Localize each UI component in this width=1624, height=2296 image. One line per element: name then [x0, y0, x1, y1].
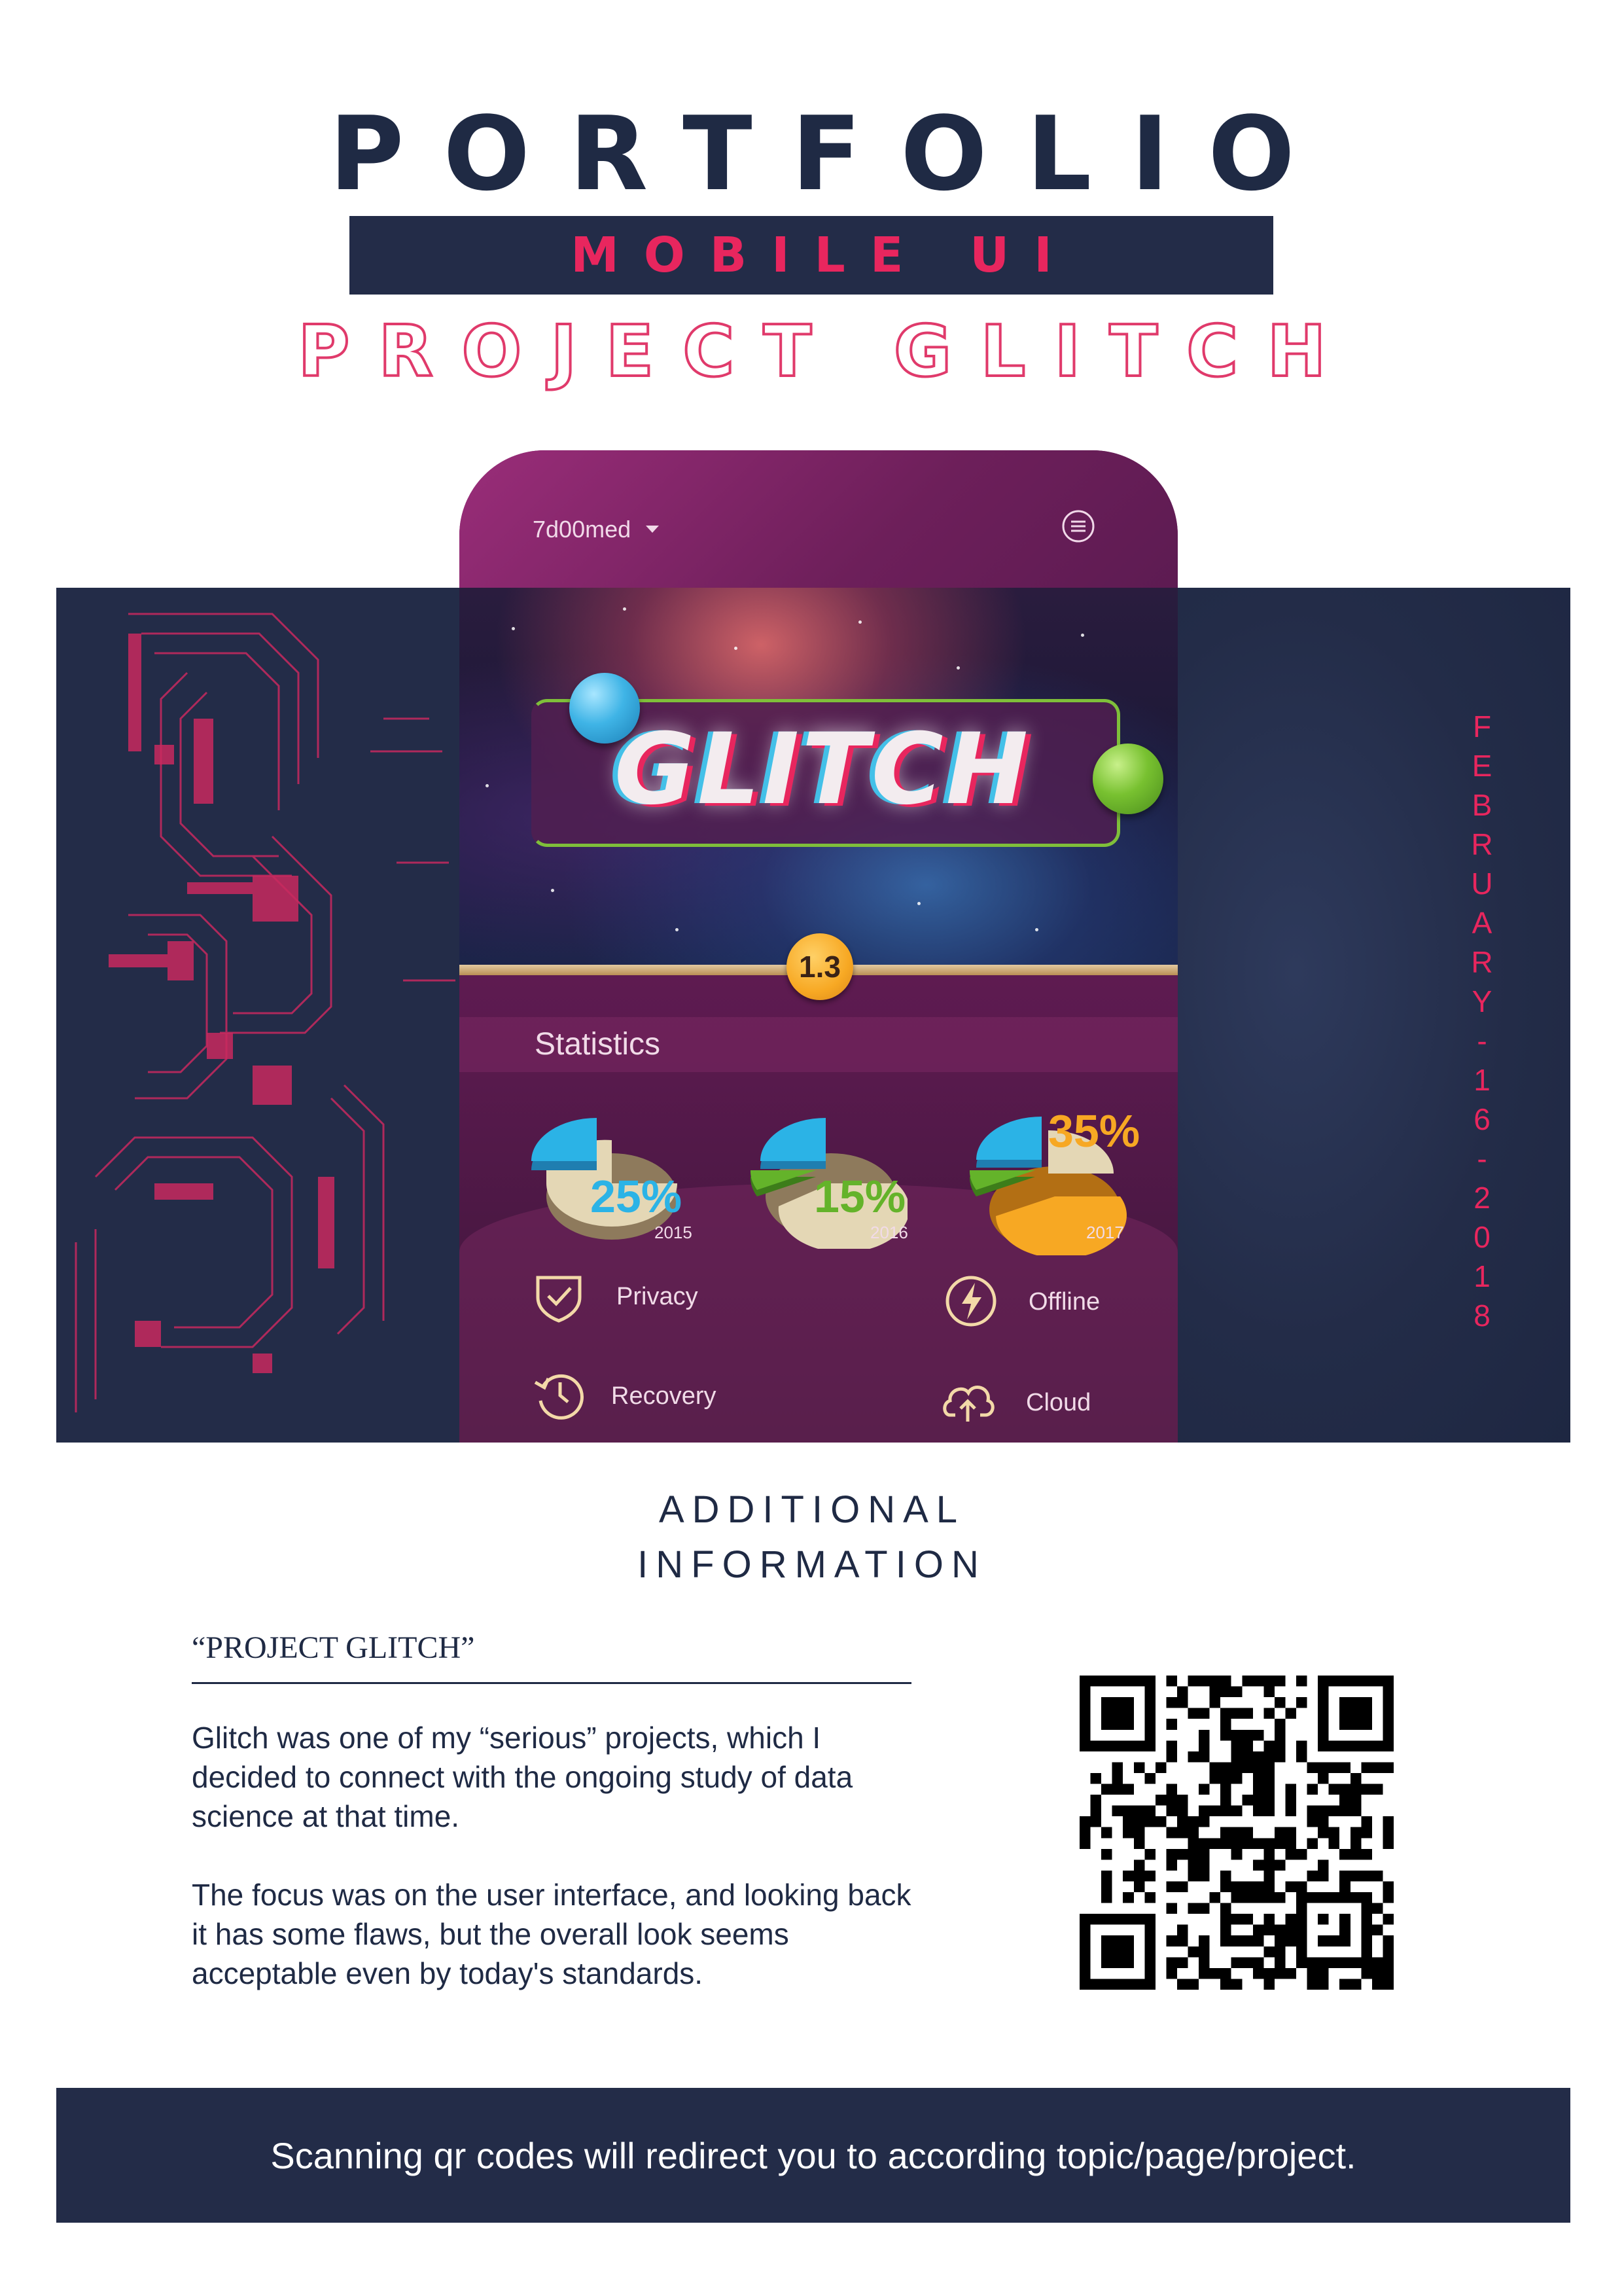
- phone-mockup: 7d00med GLITCH 1.3 Statistics 25% 2015 1…: [459, 450, 1178, 1443]
- green-orb-icon: [1093, 744, 1163, 814]
- cloud-upload-icon: [943, 1386, 995, 1422]
- date-char: U: [1471, 867, 1493, 901]
- date-char: B: [1472, 788, 1492, 822]
- date-char: R: [1471, 827, 1493, 861]
- date-char: 1: [1474, 1259, 1491, 1293]
- date-char: F: [1472, 709, 1492, 744]
- additional-heading-line2: INFORMATION: [637, 1543, 987, 1586]
- date-char: 8: [1474, 1299, 1491, 1333]
- subtitle-text: MOBILE UI: [571, 227, 1077, 283]
- date-char: 0: [1474, 1220, 1491, 1254]
- stat-year-2017: 2017: [1086, 1223, 1124, 1242]
- description-paragraph-2: The focus was on the user interface, and…: [192, 1878, 911, 1990]
- feature-cloud[interactable]: Cloud: [1026, 1389, 1091, 1417]
- date-char: 6: [1474, 1102, 1491, 1136]
- vertical-date: F E B R U A R Y - 1 6 - 2 0 1 8: [1459, 707, 1505, 1335]
- date-char: E: [1472, 749, 1492, 783]
- circuit-panel: [56, 588, 462, 1443]
- portfolio-title: PORTFOLIO: [329, 94, 1334, 213]
- stat-year-2016: 2016: [870, 1223, 908, 1242]
- lightning-icon: [945, 1276, 997, 1327]
- date-char: -: [1477, 1141, 1487, 1175]
- stat-percent-2015: 25%: [590, 1171, 682, 1222]
- description-paragraph-1: Glitch was one of my “serious” projects,…: [192, 1721, 853, 1833]
- circuit-board-art: [75, 613, 455, 1412]
- stat-percent-2017: 35%: [1048, 1105, 1140, 1157]
- date-panel: [1178, 588, 1570, 1443]
- additional-heading-line1: ADDITIONAL: [658, 1488, 966, 1531]
- statistics-title: Statistics: [535, 1027, 661, 1062]
- qr-code[interactable]: [1080, 1676, 1394, 1990]
- glitch-logo-text: GLITCH: [614, 713, 1031, 827]
- footer-banner: Scanning qr codes will redirect you to a…: [56, 2088, 1570, 2223]
- caret-down-icon[interactable]: [646, 526, 659, 533]
- history-clock-icon: [534, 1374, 584, 1420]
- project-name: PROJECT GLITCH: [296, 311, 1355, 393]
- date-char: R: [1471, 945, 1493, 979]
- heading-divider: [192, 1682, 911, 1684]
- date-char: -: [1477, 1024, 1487, 1058]
- subtitle-banner: MOBILE UI: [349, 216, 1273, 295]
- stat-percent-2016: 15%: [814, 1171, 906, 1222]
- date-char: 2: [1474, 1181, 1491, 1215]
- date-char: Y: [1472, 984, 1492, 1018]
- date-char: 1: [1474, 1063, 1491, 1097]
- additional-info-heading: ADDITIONAL INFORMATION: [0, 1482, 1624, 1592]
- feature-privacy[interactable]: Privacy: [616, 1283, 698, 1311]
- shield-check-icon: [536, 1276, 582, 1323]
- feature-recovery[interactable]: Recovery: [611, 1382, 716, 1410]
- menu-icon[interactable]: [1061, 509, 1095, 543]
- version-badge: 1.3: [786, 933, 853, 1000]
- feature-offline[interactable]: Offline: [1029, 1288, 1100, 1316]
- date-char: A: [1472, 906, 1492, 940]
- footer-text: Scanning qr codes will redirect you to a…: [270, 2134, 1356, 2176]
- account-selector[interactable]: 7d00med: [533, 516, 631, 543]
- project-heading: “PROJECT GLITCH”: [192, 1630, 475, 1665]
- blue-orb-icon: [569, 673, 640, 744]
- stat-year-2015: 2015: [654, 1223, 692, 1242]
